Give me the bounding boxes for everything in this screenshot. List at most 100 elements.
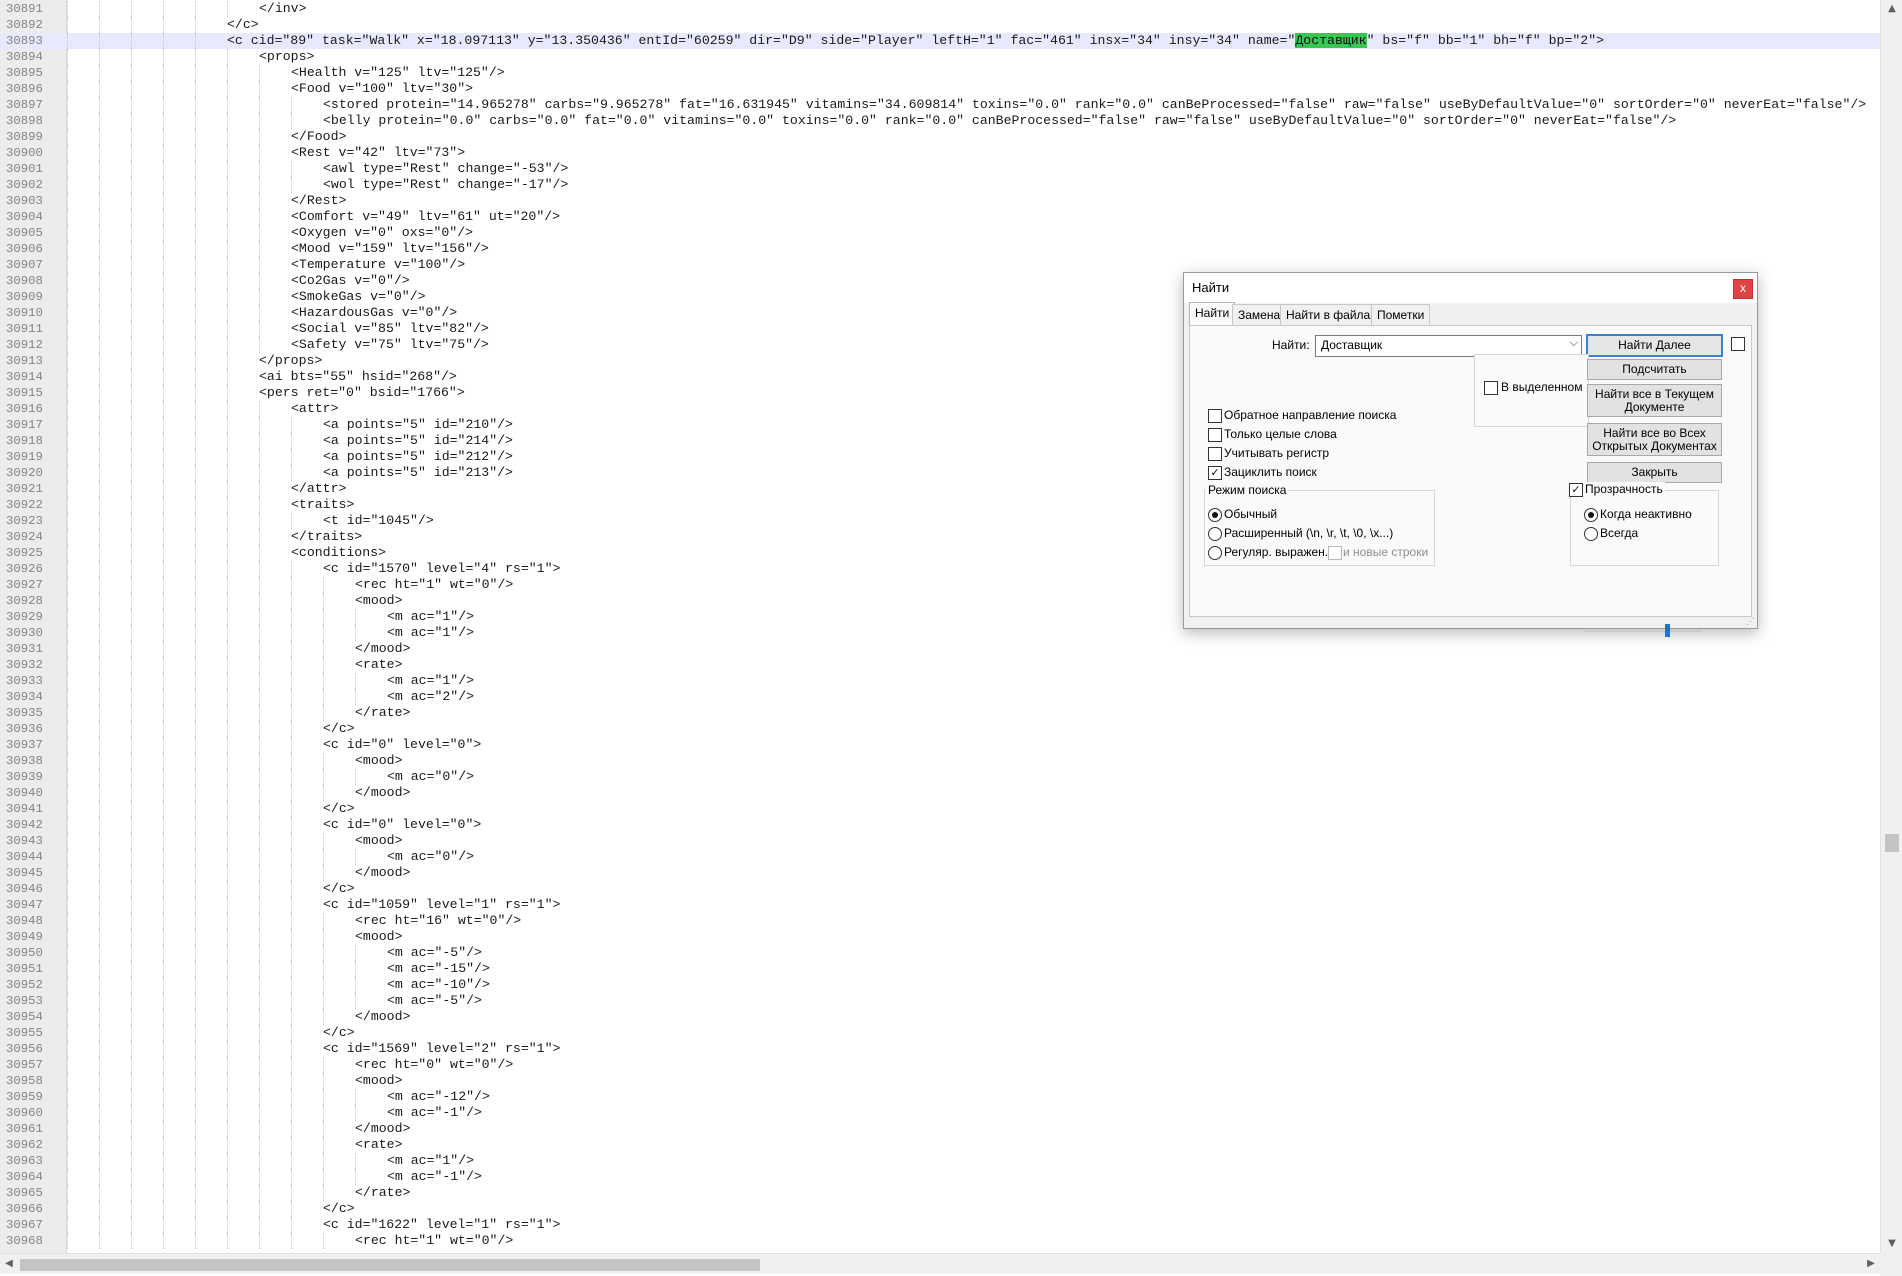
code-line[interactable]: 30963 <m ac="1"/> [0,1153,1880,1169]
code-line[interactable]: 30944 <m ac="0"/> [0,849,1880,865]
tab-find[interactable]: Найти [1189,302,1236,326]
transparency-checkbox[interactable]: ✓ [1569,483,1583,497]
dialog-title-bar[interactable]: Найти x [1184,273,1757,303]
indent-guide [259,1041,260,1057]
code-line[interactable]: 30895 <Health v="125" ltv="125"/> [0,65,1880,81]
code-line[interactable]: 30955 </c> [0,1025,1880,1041]
wrap-around-checkbox[interactable]: ✓ [1208,466,1222,480]
tab-marks[interactable]: Пометки [1371,304,1431,325]
code-line[interactable]: 30952 <m ac="-10"/> [0,977,1880,993]
mode-normal-radio[interactable] [1208,508,1222,522]
transparency-always-radio[interactable] [1584,527,1598,541]
code-line[interactable]: 30951 <m ac="-15"/> [0,961,1880,977]
find-all-open-documents-button[interactable]: Найти все во Всех Открытых Документах [1587,423,1722,456]
code-line[interactable]: 30901 <awl type="Rest" change="-53"/> [0,161,1880,177]
code-line[interactable]: 30945 </mood> [0,865,1880,881]
transparency-inactive-radio[interactable] [1584,508,1598,522]
dialog-pin-checkbox[interactable] [1731,337,1745,351]
code-line[interactable]: 30965 </rate> [0,1185,1880,1201]
code-line[interactable]: 30938 <mood> [0,753,1880,769]
indent-guide [227,113,228,129]
vertical-scrollbar[interactable]: ▲ ▼ [1880,0,1902,1253]
code-line[interactable]: 30941 </c> [0,801,1880,817]
line-number: 30939 [6,770,43,784]
whole-word-checkbox[interactable] [1208,428,1222,442]
code-line[interactable]: 30896 <Food v="100" ltv="30"> [0,81,1880,97]
horizontal-scroll-thumb[interactable] [20,1259,760,1271]
code-line[interactable]: 30960 <m ac="-1"/> [0,1105,1880,1121]
indent-guide [323,1169,324,1185]
code-line[interactable]: 30903 </Rest> [0,193,1880,209]
count-button[interactable]: Подсчитать [1587,359,1722,380]
code-line[interactable]: 30899 </Food> [0,129,1880,145]
horizontal-scrollbar[interactable]: ◀ ▶ [0,1253,1880,1274]
indent-guide [259,769,260,785]
match-case-checkbox[interactable] [1208,447,1222,461]
code-line[interactable]: 30894 <props> [0,49,1880,65]
tab-find-in-files[interactable]: Найти в файлах [1280,304,1383,325]
close-button[interactable]: Закрыть [1587,462,1722,483]
code-line[interactable]: 30932 <rate> [0,657,1880,673]
chevron-down-icon[interactable]: ⌵ [1570,337,1578,350]
code-line[interactable]: 30893 <c cid="89" task="Walk" x="18.09711… [0,33,1880,49]
code-line[interactable]: 30958 <mood> [0,1073,1880,1089]
code-line[interactable]: 30940 </mood> [0,785,1880,801]
resize-grip-icon[interactable]: ⋰ [1746,616,1755,627]
code-line[interactable]: 30906 <Mood v="159" ltv="156"/> [0,241,1880,257]
mode-regex-radio[interactable] [1208,546,1222,560]
code-line[interactable]: 30902 <wol type="Rest" change="-17"/> [0,177,1880,193]
code-line[interactable]: 30957 <rec ht="0" wt="0"/> [0,1057,1880,1073]
code-line[interactable]: 30943 <mood> [0,833,1880,849]
code-line[interactable]: 30905 <Oxygen v="0" oxs="0"/> [0,225,1880,241]
transparency-slider-thumb[interactable] [1664,624,1670,637]
code-line[interactable]: 30935 </rate> [0,705,1880,721]
vertical-scroll-thumb[interactable] [1885,834,1899,852]
tab-replace[interactable]: Замена [1232,304,1287,325]
code-line[interactable]: 30891 </inv> [0,1,1880,17]
transparency-slider-track[interactable] [1584,630,1702,632]
close-icon[interactable]: x [1733,279,1753,299]
code-line[interactable]: 30950 <m ac="-5"/> [0,945,1880,961]
indent-guide [99,1057,100,1073]
code-line[interactable]: 30934 <m ac="2"/> [0,689,1880,705]
scroll-left-arrow-icon[interactable]: ◀ [0,1254,18,1274]
find-all-current-document-button[interactable]: Найти все в Текущем Документе [1587,384,1722,417]
regex-newline-checkbox[interactable] [1328,546,1342,560]
code-line[interactable]: 30956 <c id="1569" level="2" rs="1"> [0,1041,1880,1057]
code-line[interactable]: 30954 </mood> [0,1009,1880,1025]
code-line[interactable]: 30933 <m ac="1"/> [0,673,1880,689]
code-line[interactable]: 30949 <mood> [0,929,1880,945]
code-line[interactable]: 30964 <m ac="-1"/> [0,1169,1880,1185]
code-line[interactable]: 30892 </c> [0,17,1880,33]
code-line[interactable]: 30967 <c id="1622" level="1" rs="1"> [0,1217,1880,1233]
code-line[interactable]: 30900 <Rest v="42" ltv="73"> [0,145,1880,161]
code-line[interactable]: 30948 <rec ht="16" wt="0"/> [0,913,1880,929]
scroll-right-arrow-icon[interactable]: ▶ [1862,1254,1880,1274]
code-line[interactable]: 30953 <m ac="-5"/> [0,993,1880,1009]
code-line[interactable]: 30962 <rate> [0,1137,1880,1153]
code-line[interactable]: 30898 <belly protein="0.0" carbs="0.0" fa… [0,113,1880,129]
code-line[interactable]: 30966 </c> [0,1201,1880,1217]
find-next-button[interactable]: Найти Далее [1586,334,1723,357]
code-line[interactable]: 30937 <c id="0" level="0"> [0,737,1880,753]
code-line[interactable]: 30897 <stored protein="14.965278" carbs="… [0,97,1880,113]
code-line[interactable]: 30961 </mood> [0,1121,1880,1137]
code-line[interactable]: 30936 </c> [0,721,1880,737]
code-line[interactable]: 30942 <c id="0" level="0"> [0,817,1880,833]
line-number: 30897 [6,98,43,112]
code-line[interactable]: 30931 </mood> [0,641,1880,657]
reverse-direction-checkbox[interactable] [1208,409,1222,423]
scroll-up-arrow-icon[interactable]: ▲ [1881,0,1902,18]
code-line[interactable]: 30946 </c> [0,881,1880,897]
scroll-down-arrow-icon[interactable]: ▼ [1881,1235,1902,1253]
mode-extended-radio[interactable] [1208,527,1222,541]
indent-guide [67,849,68,865]
code-line[interactable]: 30907 <Temperature v="100"/> [0,257,1880,273]
code-line[interactable]: 30947 <c id="1059" level="1" rs="1"> [0,897,1880,913]
regex-newline-label: и новые строки [1343,545,1429,559]
in-selection-checkbox[interactable] [1484,381,1498,395]
code-line[interactable]: 30904 <Comfort v="49" ltv="61" ut="20"/> [0,209,1880,225]
code-line[interactable]: 30968 <rec ht="1" wt="0"/> [0,1233,1880,1249]
code-line[interactable]: 30959 <m ac="-12"/> [0,1089,1880,1105]
code-line[interactable]: 30939 <m ac="0"/> [0,769,1880,785]
